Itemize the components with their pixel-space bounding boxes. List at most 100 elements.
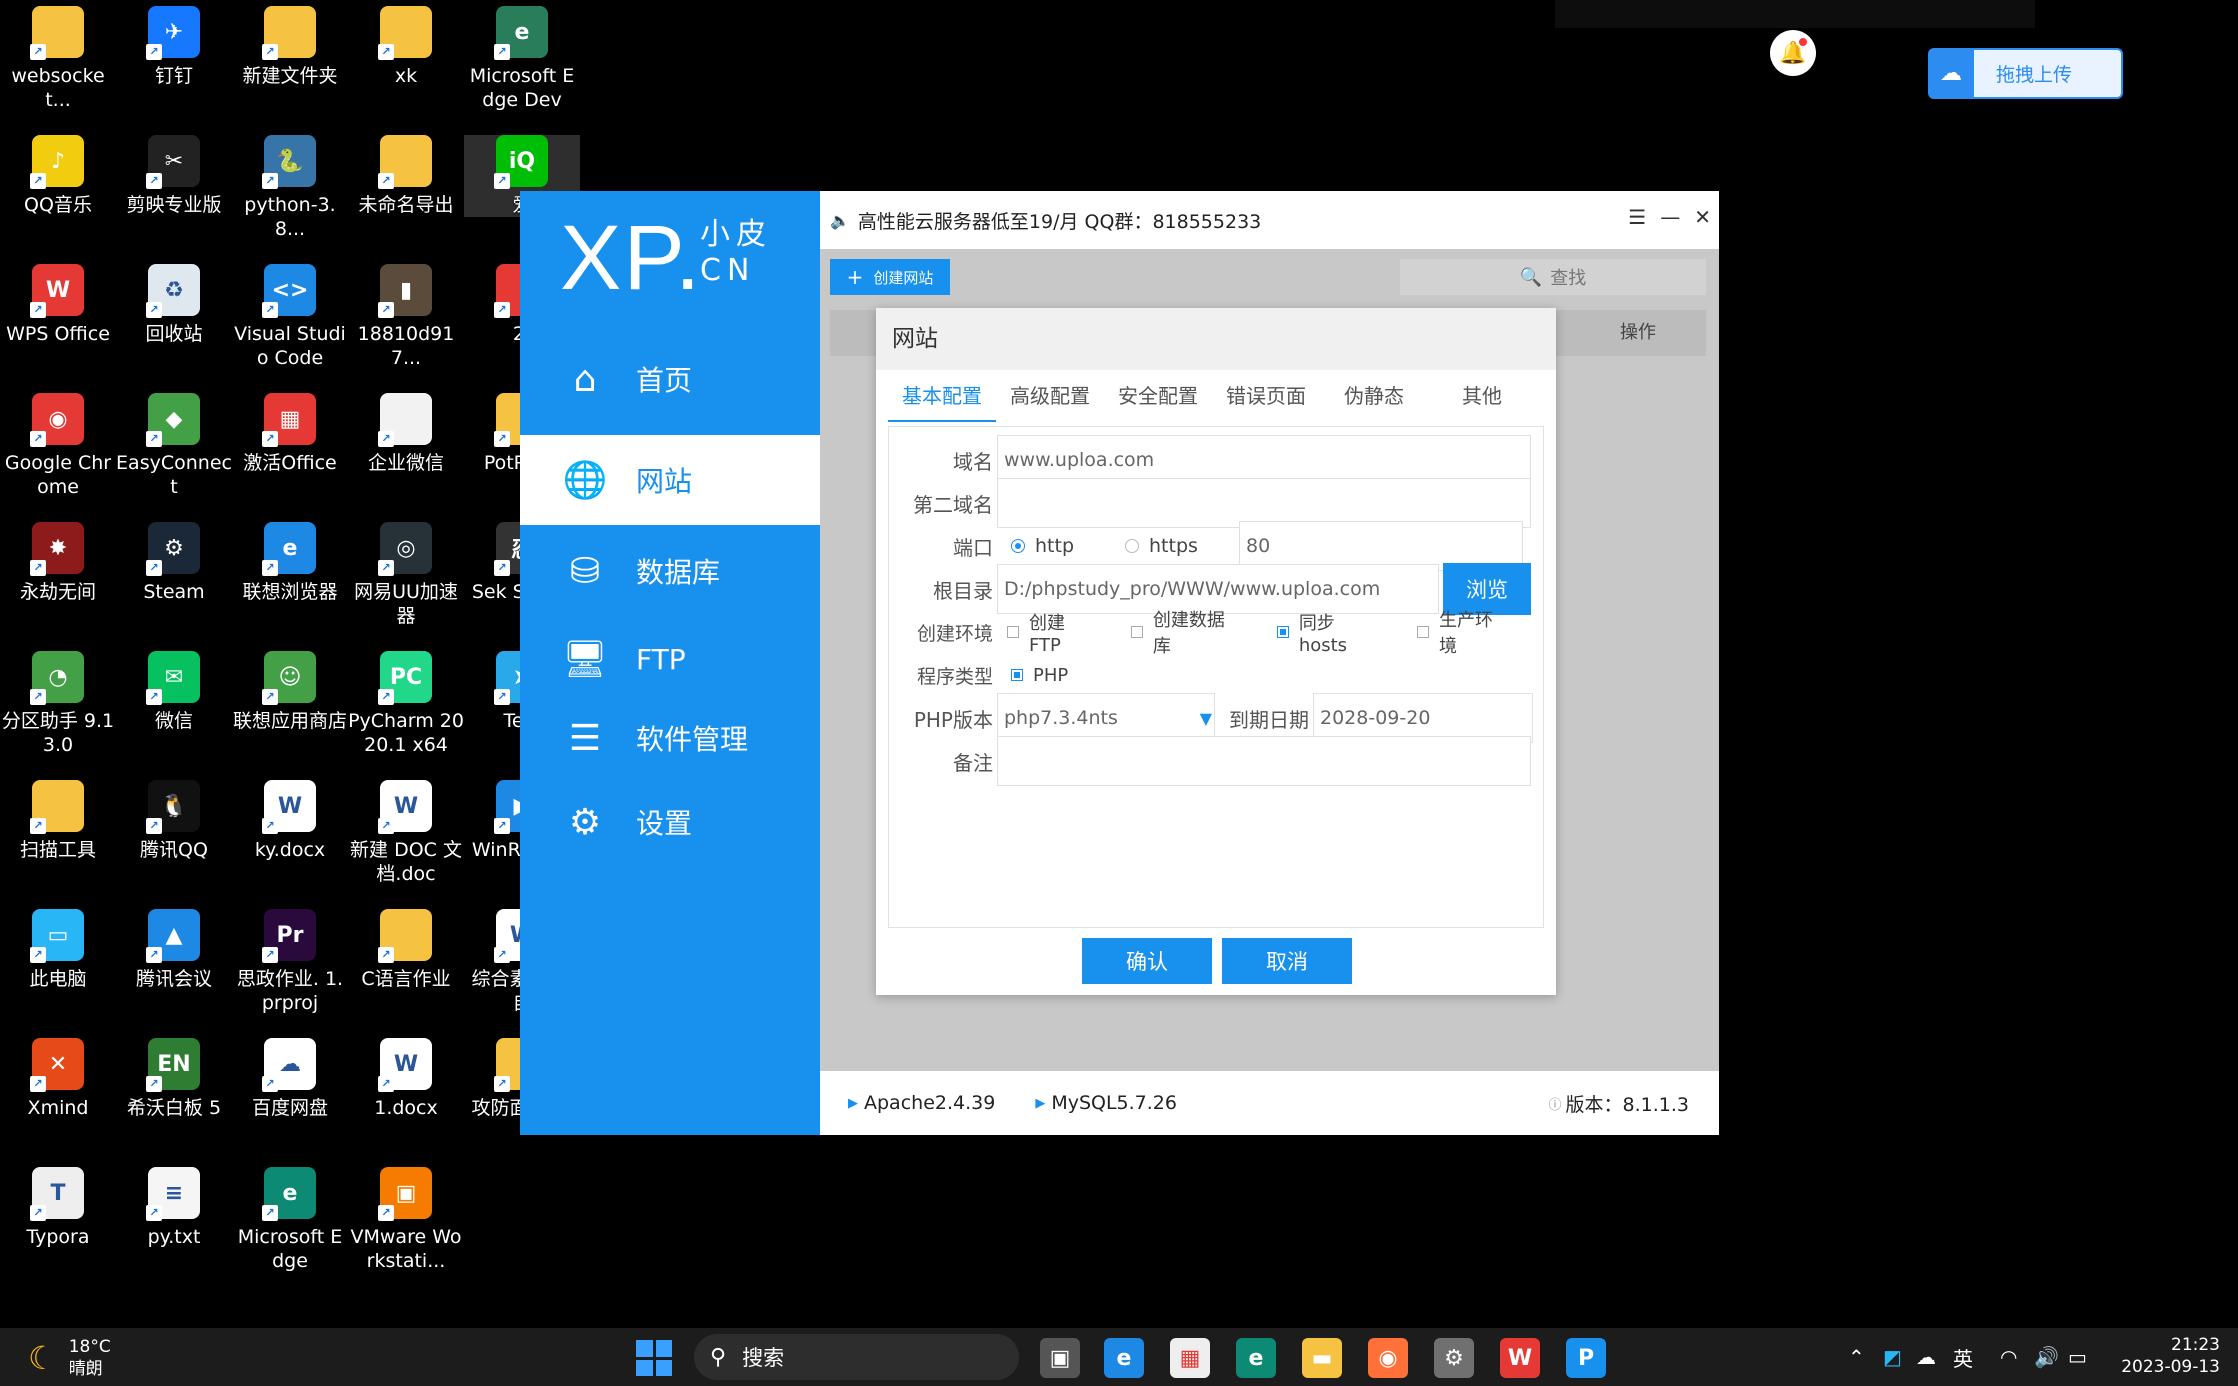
desktop-icon[interactable]: 🐧 ↗ 腾讯QQ	[116, 780, 232, 862]
create-site-button[interactable]: + 创建网站	[830, 259, 950, 295]
desktop-icon[interactable]: ♻ ↗ 回收站	[116, 264, 232, 346]
desktop-icon[interactable]: ↗ 未命名导出	[348, 135, 464, 217]
task-view-icon[interactable]: ▣	[1040, 1338, 1080, 1378]
desktop-icon[interactable]: ◉ ↗ Google Chrome	[0, 393, 116, 499]
file-explorer-icon[interactable]: ▬	[1302, 1338, 1342, 1378]
desktop-icon[interactable]: ↗ websocket...	[0, 6, 116, 112]
desktop-icon[interactable]: ✸ ↗ 永劫无间	[0, 522, 116, 604]
desktop-icon[interactable]: e ↗ Microsoft Edge Dev	[464, 6, 580, 112]
taskbar-search[interactable]: ⚲ 搜索	[694, 1334, 1019, 1380]
desktop-icon[interactable]: ↗ 企业微信	[348, 393, 464, 475]
desktop-icon[interactable]: ♪ ↗ QQ音乐	[0, 135, 116, 217]
desktop-icon[interactable]: PC ↗ PyCharm 2020.1 x64	[348, 651, 464, 757]
close-icon[interactable]: ✕	[1694, 205, 1711, 229]
desktop-icon[interactable]: ↗ 扫描工具	[0, 780, 116, 862]
http-radio[interactable]: http	[1011, 535, 1125, 557]
desktop-icon-label: 腾讯QQ	[140, 839, 208, 861]
dialog-tab[interactable]: 安全配置	[1104, 370, 1212, 422]
desktop-icon[interactable]: W ↗ 新建 DOC 文档.doc	[348, 780, 464, 886]
desktop-icon[interactable]: W ↗ WPS Office	[0, 264, 116, 346]
php-checkbox[interactable]: PHP	[1011, 665, 1068, 686]
desktop-icon[interactable]: ▣ ↗ VMware Workstati...	[348, 1167, 464, 1273]
desktop-icon[interactable]: ▮ ↗ 18810d917...	[348, 264, 464, 370]
wifi-icon[interactable]: ◠	[2000, 1345, 2017, 1369]
store-icon[interactable]: ▦	[1170, 1338, 1210, 1378]
desktop-icon[interactable]: W ↗ ky.docx	[232, 780, 348, 862]
shortcut-arrow-icon: ↗	[30, 560, 46, 576]
cloud-tray-icon[interactable]: ☁	[1916, 1345, 1936, 1369]
desktop-icon[interactable]: Pr ↗ 思政作业. 1.prproj	[232, 909, 348, 1015]
desktop-icon[interactable]: ◆ ↗ EasyConnect	[116, 393, 232, 499]
desktop-icon[interactable]: ☺ ↗ 联想应用商店	[232, 651, 348, 733]
apache-status[interactable]: ▶ Apache2.4.39	[848, 1092, 995, 1114]
desktop-icon[interactable]: T ↗ Typora	[0, 1167, 116, 1249]
dialog-tab[interactable]: 基本配置	[888, 370, 996, 422]
play-icon: ▶	[1035, 1095, 1046, 1111]
desktop-icon[interactable]: ▲ ↗ 腾讯会议	[116, 909, 232, 991]
desktop-icon[interactable]: ⚙ ↗ Steam	[116, 522, 232, 604]
wps-icon[interactable]: W	[1500, 1338, 1540, 1378]
settings-gear-icon[interactable]: ⚙	[1434, 1338, 1474, 1378]
start-button-icon[interactable]	[636, 1340, 672, 1376]
volume-icon[interactable]: 🔊	[2034, 1345, 2059, 1369]
desktop-icon[interactable]: ✕ ↗ Xmind	[0, 1038, 116, 1120]
desktop-icon[interactable]: ◎ ↗ 网易UU加速器	[348, 522, 464, 628]
nav-item[interactable]: ⌂ 首页	[520, 334, 820, 424]
remark-input[interactable]	[997, 736, 1531, 786]
confirm-button[interactable]: 确认	[1082, 938, 1212, 984]
desktop-icon[interactable]: e ↗ 联想浏览器	[232, 522, 348, 604]
nav-item[interactable]: ⚙ 设置	[520, 777, 820, 867]
desktop-icon[interactable]: EN ↗ 希沃白板 5	[116, 1038, 232, 1120]
desktop-icon[interactable]: ✂ ↗ 剪映专业版	[116, 135, 232, 217]
app-icon: W↗	[378, 780, 432, 834]
dialog-tab[interactable]: 伪静态	[1320, 370, 1428, 422]
minimize-icon[interactable]: —	[1660, 205, 1680, 229]
firefox-icon[interactable]: ◉	[1368, 1338, 1408, 1378]
mysql-status[interactable]: ▶ MySQL5.7.26	[1035, 1092, 1177, 1114]
https-radio[interactable]: https	[1125, 535, 1239, 557]
notification-bell-icon[interactable]: 🔔	[1770, 30, 1816, 76]
drag-upload-button[interactable]: ☁ 拖拽上传	[1928, 48, 2123, 99]
remark-label: 备注	[953, 750, 993, 775]
desktop-icon[interactable]: ▭ ↗ 此电脑	[0, 909, 116, 991]
nav-item[interactable]: ⛁ 数据库	[520, 526, 820, 616]
desktop-icon[interactable]: W ↗ 1.docx	[348, 1038, 464, 1120]
app-icon: 🐧 ↗	[146, 780, 200, 834]
desktop-icon[interactable]: 🐍 ↗ python-3.8...	[232, 135, 348, 241]
desktop-icon[interactable]: ☁ ↗ 百度网盘	[232, 1038, 348, 1120]
search-input[interactable]: 🔍 查找	[1400, 259, 1706, 295]
desktop-icon[interactable]: ✈ ↗ 钉钉	[116, 6, 232, 88]
dialog-tab[interactable]: 错误页面	[1212, 370, 1320, 422]
cancel-button[interactable]: 取消	[1222, 938, 1352, 984]
edge-icon[interactable]: e	[1236, 1338, 1276, 1378]
nav-item[interactable]: 🖥 FTP	[520, 614, 820, 704]
clock[interactable]: 21:23 2023-09-13	[2120, 1334, 2220, 1378]
phpstudy-taskbar-icon[interactable]: P	[1566, 1338, 1606, 1378]
dialog-tab[interactable]: 高级配置	[996, 370, 1104, 422]
ime-indicator[interactable]: 英	[1953, 1343, 1973, 1372]
desktop-icon[interactable]: ↗ 新建文件夹	[232, 6, 348, 88]
desktop-icon[interactable]: ≡ ↗ py.txt	[116, 1167, 232, 1249]
lenovo-browser-icon[interactable]: e	[1104, 1338, 1144, 1378]
menu-icon[interactable]: ☰	[1628, 205, 1646, 229]
dialog-tab[interactable]: 其他	[1428, 370, 1536, 422]
desktop-icon-label: 联想浏览器	[242, 581, 338, 603]
chevron-up-icon[interactable]: ⌃	[1848, 1345, 1865, 1369]
desktop-icon[interactable]: e ↗ Microsoft Edge	[232, 1167, 348, 1273]
shortcut-arrow-icon: ↗	[146, 818, 162, 834]
battery-icon[interactable]: ▭	[2068, 1345, 2087, 1369]
desktop-icon[interactable]: ↗ C语言作业	[348, 909, 464, 991]
desktop-icon[interactable]: ↗ xk	[348, 6, 464, 88]
desktop-icon[interactable]: ◔ ↗ 分区助手 9.13.0	[0, 651, 116, 757]
app-icon: EN ↗	[146, 1038, 200, 1092]
desktop-icon[interactable]: <> ↗ Visual Studio Code	[232, 264, 348, 370]
desktop-icon[interactable]: ✉ ↗ 微信	[116, 651, 232, 733]
checkbox-icon	[1130, 626, 1143, 638]
top-background-strip	[1555, 0, 2035, 28]
nav-item[interactable]: ☰ 软件管理	[520, 693, 820, 783]
tray-app-icon[interactable]: ◩	[1883, 1345, 1902, 1369]
weather-widget[interactable]: ☾ 18°C 晴朗	[28, 1336, 111, 1380]
shortcut-arrow-icon: ↗	[494, 947, 510, 963]
nav-item[interactable]: 🌐 网站	[520, 435, 820, 525]
desktop-icon[interactable]: ▦ ↗ 激活Office	[232, 393, 348, 475]
